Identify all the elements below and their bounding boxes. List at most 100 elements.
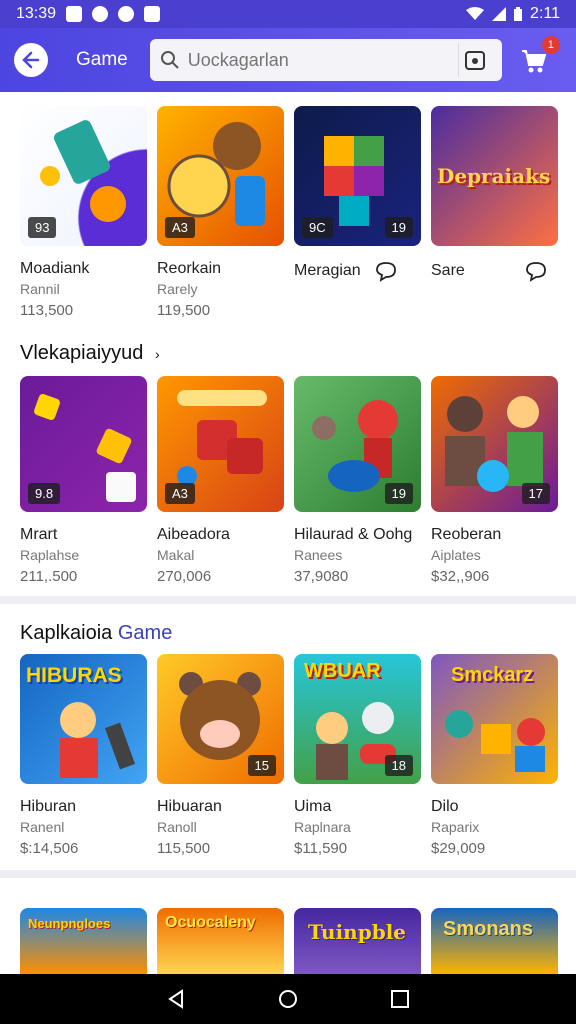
chat-notification-icon (118, 6, 135, 22)
game-count-tag: 17 (521, 483, 550, 504)
nav-back-button[interactable] (164, 987, 188, 1011)
section-title-text: Vlekapiaiyyud (20, 342, 144, 364)
game-card[interactable]: A3 Aibeadora Makal 270,006 (157, 376, 284, 585)
game-thumbnail: HIBURAS (20, 654, 147, 784)
game-thumbnail: WBUAR 18 (294, 654, 421, 784)
game-thumbnail: Tuinpble (294, 908, 421, 974)
search-input[interactable] (187, 49, 458, 71)
game-title: Mrart (20, 526, 58, 543)
signal-icon (492, 7, 507, 21)
wifi-icon (466, 7, 485, 20)
game-row-3: HIBURAS Hiburan Ranenl $:14,506 15 Hibua… (0, 654, 576, 857)
game-art (445, 710, 545, 772)
game-title: Reoberan (431, 526, 502, 543)
game-subtitle: Raparix (431, 819, 480, 835)
game-title: Reorkain (157, 260, 222, 277)
game-card[interactable]: 17 Reoberan Aiplates $32,,906 (431, 376, 558, 585)
game-thumbnail: Ocuocaleny (157, 908, 284, 974)
section-title[interactable]: Kaplkaioia Game (20, 622, 172, 645)
circle-home-icon (279, 990, 297, 1008)
square-recents-icon (391, 990, 409, 1008)
game-art (60, 702, 136, 778)
game-card[interactable]: 19 Hilaurad & Oohg Ranees 37,9080 (294, 376, 421, 585)
game-thumbnail-text: Ocuocaleny (165, 914, 256, 931)
game-thumbnail: 19 (294, 376, 421, 512)
game-row-1: 93 Moadiank Rannil 113,500 A3 Reorkain R… (0, 106, 576, 319)
game-title-text: Sare (431, 262, 465, 280)
status-battery-time: 2:11 (530, 5, 560, 22)
game-title: Hiburan (20, 798, 77, 815)
system-nav-bar (0, 974, 576, 1024)
nav-home-button[interactable] (276, 987, 300, 1011)
arrow-left-icon (22, 51, 40, 69)
game-title: Sare (431, 260, 558, 282)
game-price: 113,500 (20, 302, 74, 319)
game-title: Aibeadora (157, 526, 230, 543)
game-card[interactable]: Smonans (431, 908, 558, 974)
game-thumbnail: Neunpngloes (20, 908, 147, 974)
back-button[interactable] (14, 43, 48, 77)
camera-search-button[interactable] (457, 43, 492, 77)
game-card[interactable]: 9.8 Mrart Raplahse 211,.500 (20, 376, 147, 585)
game-price: 115,500 (157, 840, 211, 857)
chevron-right-icon: › (154, 346, 160, 362)
section-title-text: Kaplkaioia (20, 622, 113, 644)
game-subtitle: Rannil (20, 281, 60, 297)
search-bar[interactable] (149, 39, 502, 81)
notification-icon (66, 6, 83, 22)
app-notification-icon (92, 6, 109, 22)
app-bar: Game 1 (0, 28, 576, 92)
game-count-tag: 18 (384, 755, 413, 776)
game-tag: A3 (165, 483, 195, 504)
game-price: 211,.500 (20, 568, 78, 585)
section-title-accent: Game (117, 622, 173, 644)
media-notification-icon (144, 6, 161, 22)
game-card[interactable]: Smckarz Dilo Raparix $29,009 (431, 654, 558, 857)
game-thumbnail: 9.8 (20, 376, 147, 512)
game-card[interactable]: HIBURAS Hiburan Ranenl $:14,506 (20, 654, 147, 857)
game-tag: 93 (28, 217, 57, 238)
game-price: 270,006 (157, 568, 212, 585)
battery-icon (514, 7, 523, 21)
game-card[interactable]: Tuinpble (294, 908, 421, 974)
game-tag: 9.8 (28, 483, 61, 504)
search-icon (160, 51, 179, 69)
game-card[interactable]: Ocuocaleny (157, 908, 284, 974)
game-row-4: Neunpngloes Ocuocaleny Tuinpble Smonans (0, 908, 576, 974)
game-price: $32,,906 (431, 568, 490, 585)
game-title: Hibuaran (157, 798, 222, 815)
game-price: $:14,506 (20, 840, 79, 857)
game-title: Uima (294, 798, 332, 815)
game-thumbnail: 15 (157, 654, 284, 784)
game-card[interactable]: 9C 19 Meragian (294, 106, 421, 319)
cart-button[interactable]: 1 (516, 36, 560, 78)
game-subtitle: Ranoll (157, 819, 197, 835)
chat-icon[interactable] (525, 260, 547, 282)
game-thumbnail: A3 (157, 376, 284, 512)
chat-icon[interactable] (375, 260, 397, 282)
triangle-back-icon (168, 989, 183, 1009)
game-title: Moadiank (20, 260, 90, 277)
game-title: Meragian (294, 260, 421, 282)
game-card[interactable]: 93 Moadiank Rannil 113,500 (20, 106, 147, 319)
game-thumbnail-text: Tuinpble (308, 920, 407, 944)
game-thumbnail: Depraiaks (431, 106, 558, 246)
game-row-2: 9.8 Mrart Raplahse 211,.500 A3 Aibeadora… (0, 376, 576, 585)
game-count-tag: 19 (384, 217, 413, 238)
section-divider (0, 596, 576, 604)
game-subtitle: Ranenl (20, 819, 65, 835)
game-card[interactable]: WBUAR 18 Uima Raplnara $11,590 (294, 654, 421, 857)
status-bar: 13:39 2:11 (0, 0, 576, 28)
game-card[interactable]: 15 Hibuaran Ranoll 115,500 (157, 654, 284, 857)
game-card[interactable]: Depraiaks Sare (431, 106, 558, 319)
game-thumbnail: 9C 19 (294, 106, 421, 246)
section-title[interactable]: Vlekapiaiyyud › (20, 342, 160, 365)
game-tag: A3 (165, 217, 195, 238)
game-thumbnail: 17 (431, 376, 558, 512)
game-subtitle: Ranees (294, 547, 343, 563)
game-thumbnail-text: Depraiaks (437, 164, 551, 188)
game-subtitle: Raplahse (20, 547, 80, 563)
game-card[interactable]: Neunpngloes (20, 908, 147, 974)
nav-recents-button[interactable] (388, 987, 412, 1011)
game-card[interactable]: A3 Reorkain Rarely 119,500 (157, 106, 284, 319)
